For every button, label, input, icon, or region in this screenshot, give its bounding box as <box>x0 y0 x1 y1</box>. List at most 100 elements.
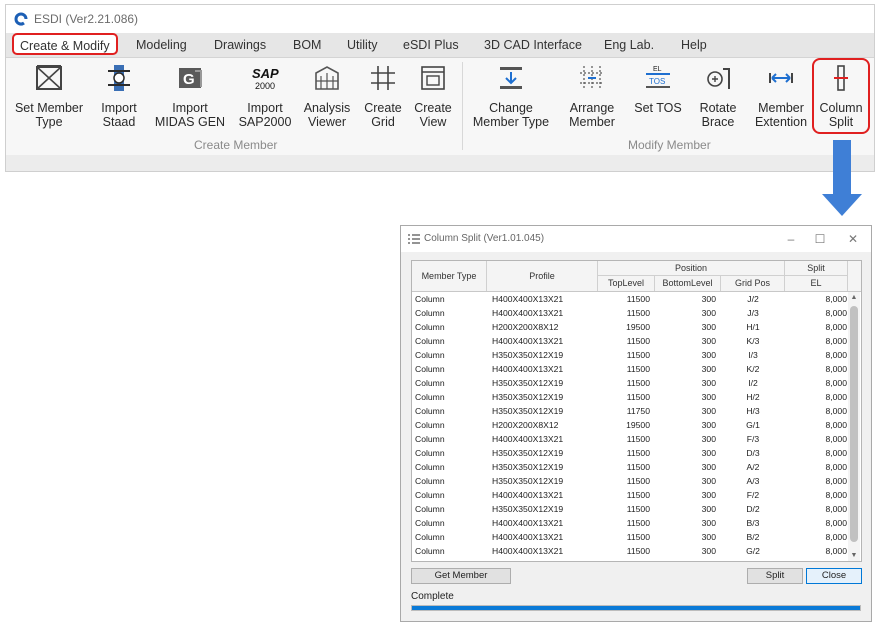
view-icon <box>421 66 445 90</box>
cell-grid-pos: J/3 <box>747 308 759 318</box>
cell-top-level: 11500 <box>626 308 650 318</box>
header-member-type[interactable]: Member Type <box>412 261 487 291</box>
cell-profile: H350X350X12X19 <box>492 378 564 388</box>
menu-create-modify[interactable]: Create & Modify <box>12 33 118 55</box>
header-bottom-level[interactable]: BottomLevel <box>655 276 721 291</box>
member-extension-icon <box>769 73 793 83</box>
change-member-type-button[interactable]: Change Member Type <box>468 58 554 136</box>
table-row[interactable]: Column H400X400X13X21 11500 300 F/3 8,000 <box>412 432 848 446</box>
analysis-viewer-icon <box>315 66 339 90</box>
cell-el: 8,000 <box>825 308 847 318</box>
cell-grid-pos: H/1 <box>746 322 760 332</box>
cell-profile: H400X400X13X21 <box>492 308 564 318</box>
progress-bar <box>411 605 861 611</box>
vertical-scrollbar[interactable]: ▲ ▼ <box>848 292 860 561</box>
table-row[interactable]: Column H350X350X12X19 11750 300 H/3 8,000 <box>412 404 848 418</box>
cell-profile: H350X350X12X19 <box>492 392 564 402</box>
cell-bottom-level: 300 <box>701 504 716 514</box>
table-row[interactable]: Column H350X350X12X19 11500 300 H/2 8,000 <box>412 390 848 404</box>
set-member-type-button[interactable]: Set Member Type <box>10 58 88 136</box>
cell-profile: H200X200X8X12 <box>492 322 559 332</box>
create-member-group-label: Create Member <box>194 138 278 152</box>
menu-modeling[interactable]: Modeling <box>136 33 187 57</box>
import-midas-gen-button[interactable]: G Import MIDAS GEN <box>152 58 228 136</box>
menu-eng-lab[interactable]: Eng Lab. <box>604 33 654 57</box>
arrange-member-icon <box>580 66 604 90</box>
rotate-brace-button[interactable]: Rotate Brace <box>692 58 744 136</box>
cell-grid-pos: F/3 <box>746 434 760 444</box>
create-grid-button[interactable]: Create Grid <box>360 58 406 136</box>
table-row[interactable]: Column H400X400X13X21 11500 300 K/3 8,000 <box>412 334 848 348</box>
table-row[interactable]: Column H400X400X13X21 11500 300 K/2 8,000 <box>412 362 848 376</box>
import-staad-button[interactable]: Import Staad <box>92 58 146 136</box>
cell-bottom-level: 300 <box>701 308 716 318</box>
table-row[interactable]: Column H200X200X8X12 19500 300 H/1 8,000 <box>412 320 848 334</box>
set-tos-button[interactable]: EL TOS Set TOS <box>630 58 686 136</box>
cell-member-type: Column <box>415 322 445 332</box>
header-top-level[interactable]: TopLevel <box>598 276 655 291</box>
cell-el: 8,000 <box>825 476 847 486</box>
cell-el: 8,000 <box>825 448 847 458</box>
cell-bottom-level: 300 <box>701 294 716 304</box>
table-row[interactable]: Column H400X400X13X21 11500 300 J/3 8,000 <box>412 306 848 320</box>
cell-top-level: 11500 <box>626 364 650 374</box>
cell-top-level: 11500 <box>626 490 650 500</box>
menu-help[interactable]: Help <box>681 33 707 57</box>
table-row[interactable]: Column H400X400X13X21 11500 300 G/2 8,000 <box>412 544 848 558</box>
menu-esdi-plus[interactable]: eSDI Plus <box>403 33 459 57</box>
import-sap2000-button[interactable]: SAP 2000 Import SAP2000 <box>234 58 296 136</box>
group-separator <box>462 62 463 150</box>
table-row[interactable]: Column H400X400X13X21 11750 300 G/38,000 <box>412 558 848 561</box>
cell-bottom-level: 300 <box>701 336 716 346</box>
cell-bottom-level: 300 <box>701 364 716 374</box>
cell-top-level: 11500 <box>626 546 650 556</box>
table-row[interactable]: Column H400X400X13X21 11500 300 J/2 8,000 <box>412 292 848 306</box>
cell-el: 8,000 <box>825 546 847 556</box>
table-row[interactable]: Column H350X350X12X19 11500 300 D/2 8,000 <box>412 502 848 516</box>
scroll-down-icon[interactable]: ▼ <box>848 550 860 561</box>
midas-gen-icon: G <box>179 68 202 88</box>
menu-3d-cad-interface[interactable]: 3D CAD Interface <box>484 33 582 57</box>
get-member-button[interactable]: Get Member <box>411 568 511 584</box>
scroll-thumb[interactable] <box>850 306 858 542</box>
arrange-member-button[interactable]: Arrange Member <box>564 58 620 136</box>
grid-rows: Column H400X400X13X21 11500 300 J/2 8,000 Colu… <box>412 292 848 561</box>
create-view-button[interactable]: Create View <box>410 58 456 136</box>
cell-top-level: 11750 <box>594 558 650 561</box>
table-row[interactable]: Column H350X350X12X19 11500 300 A/2 8,000 <box>412 460 848 474</box>
cell-bottom-level: 300 <box>701 532 716 542</box>
cell-grid-pos: K/3 <box>746 336 760 346</box>
cell-el: 8,000 <box>825 518 847 528</box>
cell-member-type: Column <box>415 420 445 430</box>
table-row[interactable]: Column H350X350X12X19 11500 300 A/3 8,000 <box>412 474 848 488</box>
table-row[interactable]: Column H400X400X13X21 11500 300 B/2 8,000 <box>412 530 848 544</box>
member-grid[interactable]: Member Type Profile Position TopLevel Bo… <box>411 260 862 562</box>
header-el[interactable]: EL <box>785 276 848 291</box>
cell-grid-pos: J/2 <box>747 294 759 304</box>
table-row[interactable]: Column H350X350X12X19 11500 300 I/3 8,000 <box>412 348 848 362</box>
scroll-up-icon[interactable]: ▲ <box>848 292 860 304</box>
close-button[interactable]: Close <box>806 568 862 584</box>
cell-profile: H400X400X13X21 <box>492 434 564 444</box>
menu-utility[interactable]: Utility <box>347 33 378 57</box>
table-row[interactable]: Column H400X400X13X21 11500 300 B/3 8,000 <box>412 516 848 530</box>
menu-bom[interactable]: BOM <box>293 33 321 57</box>
header-grid-pos[interactable]: Grid Pos <box>721 276 785 291</box>
maximize-button[interactable]: ☐ <box>808 230 832 248</box>
cell-el: 8,000 <box>825 532 847 542</box>
member-extension-button[interactable]: Member Extention <box>752 58 810 136</box>
close-window-button[interactable]: ✕ <box>841 230 865 248</box>
menu-drawings[interactable]: Drawings <box>214 33 266 57</box>
table-row[interactable]: Column H200X200X8X12 19500 300 G/1 8,000 <box>412 418 848 432</box>
table-row[interactable]: Column H350X350X12X19 11500 300 D/3 8,000 <box>412 446 848 460</box>
cell-top-level: 11500 <box>626 448 650 458</box>
table-row[interactable]: Column H400X400X13X21 11500 300 F/2 8,000 <box>412 488 848 502</box>
cell-member-type: Column <box>415 434 445 444</box>
cell-top-level: 11500 <box>626 378 650 388</box>
minimize-button[interactable]: – <box>779 230 803 248</box>
analysis-viewer-button[interactable]: Analysis Viewer <box>302 58 352 136</box>
split-button[interactable]: Split <box>747 568 803 584</box>
header-profile[interactable]: Profile <box>487 261 598 291</box>
table-row[interactable]: Column H350X350X12X19 11500 300 I/2 8,000 <box>412 376 848 390</box>
cell-profile: H400X400X13X21 <box>492 364 564 374</box>
